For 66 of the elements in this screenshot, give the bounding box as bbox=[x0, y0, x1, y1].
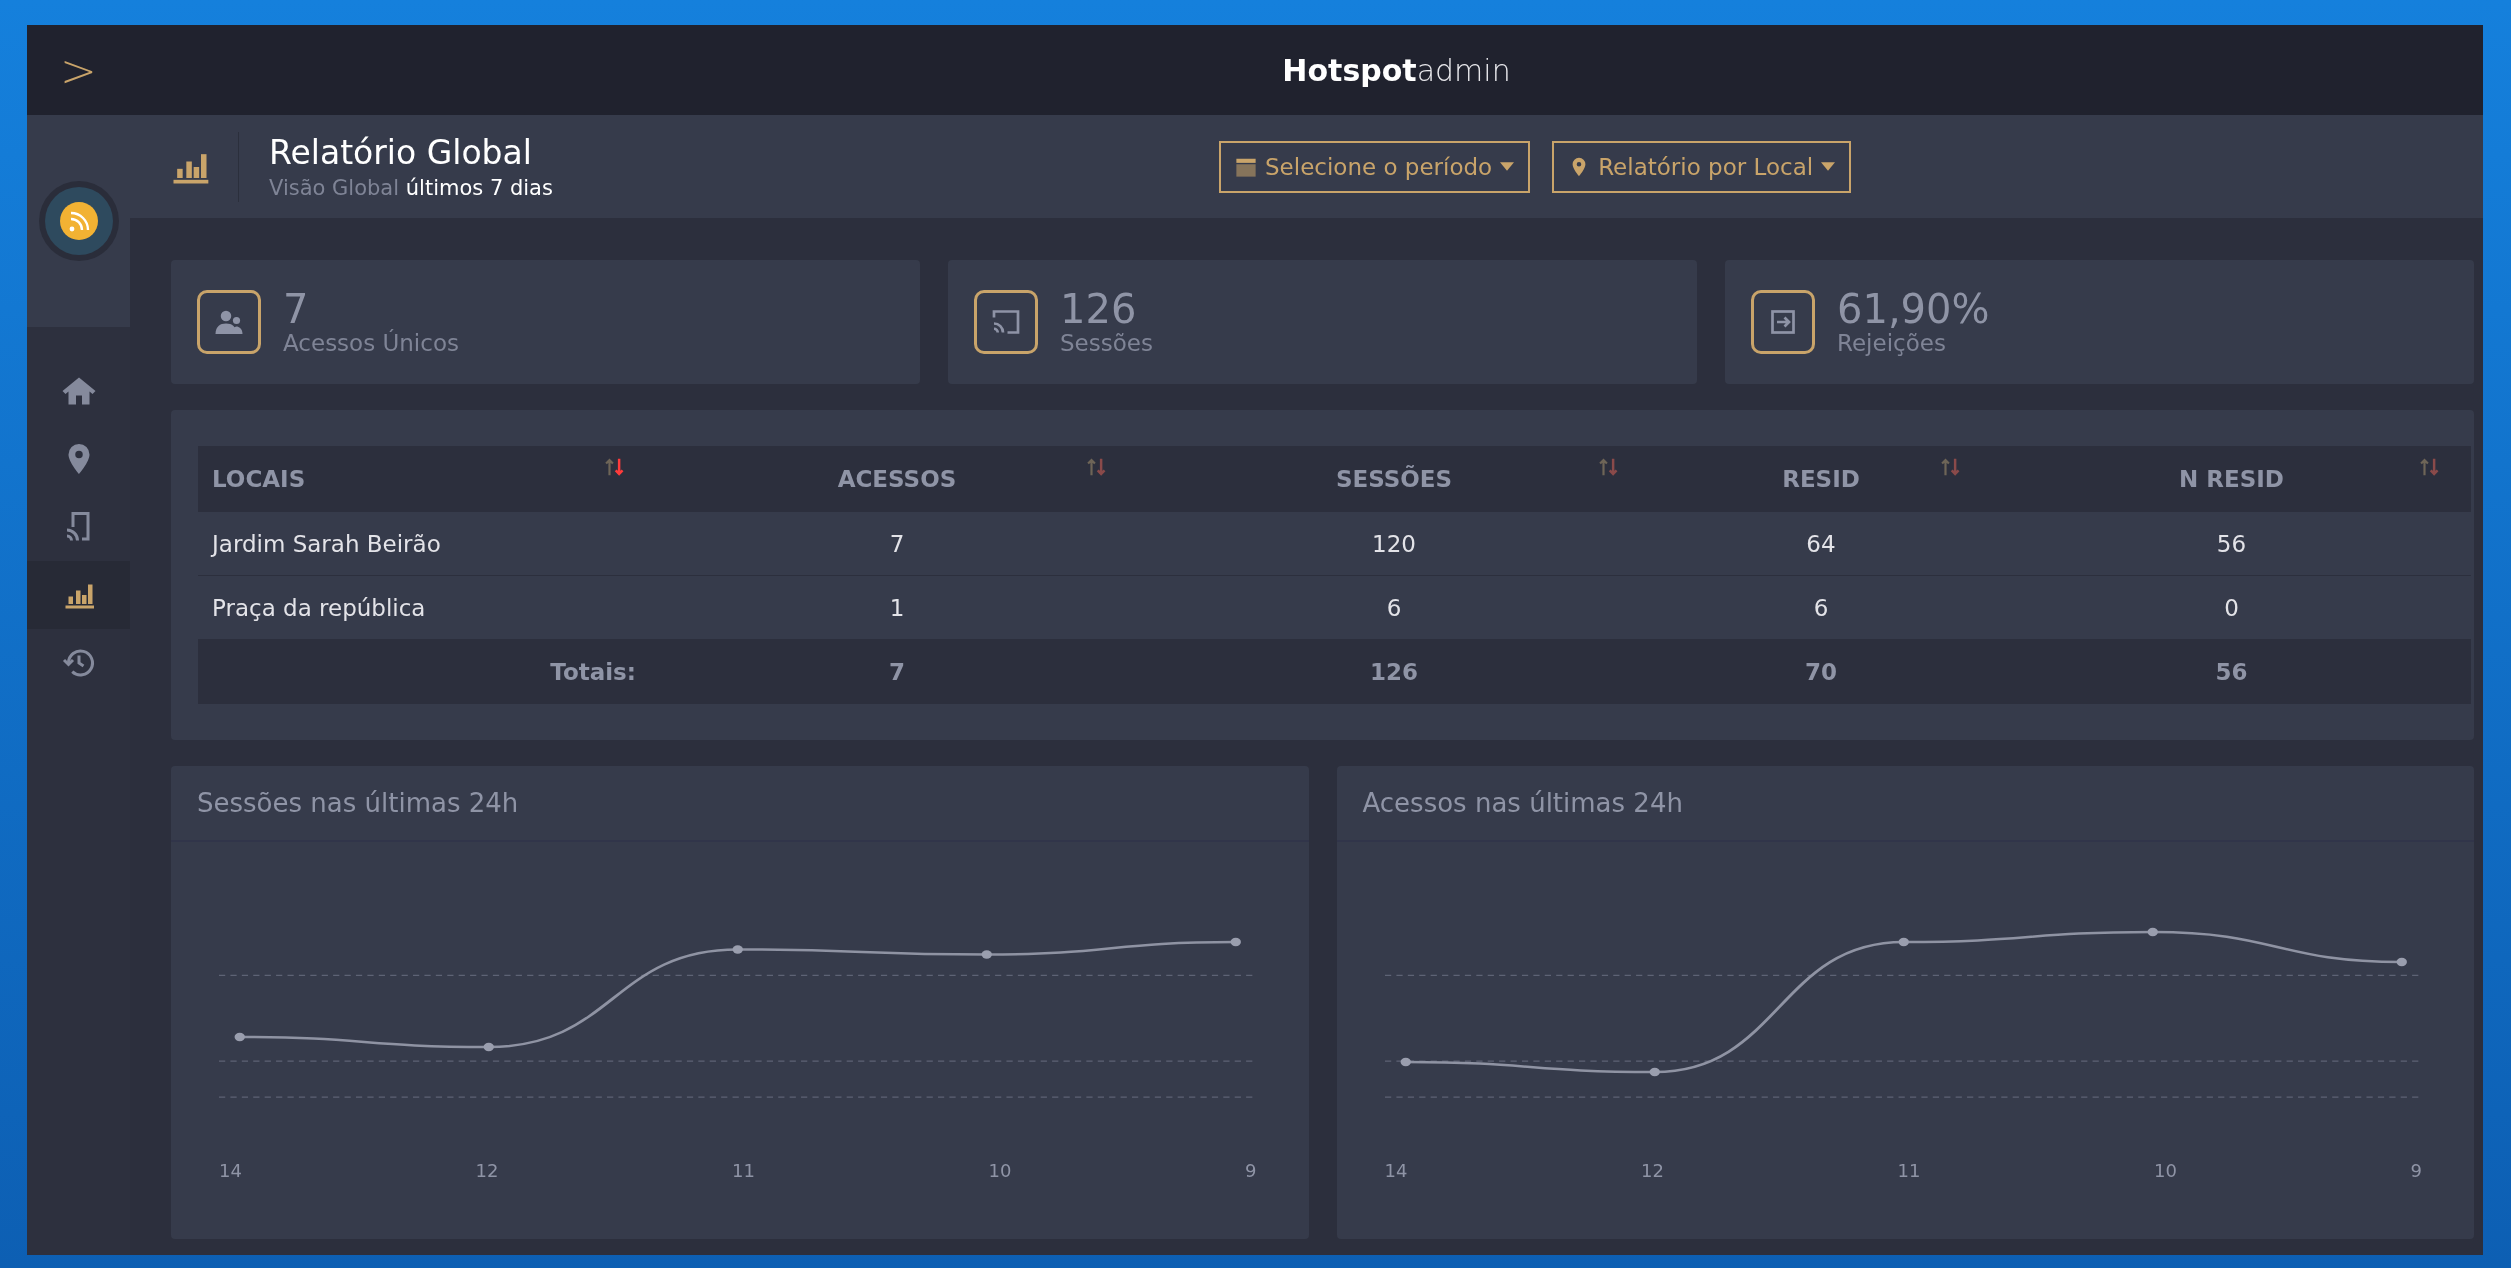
chart-title: Acessos nas últimas 24h bbox=[1336, 766, 2474, 842]
table-cell: 120 bbox=[1138, 512, 1650, 576]
axis-label: 9 bbox=[2410, 1160, 2422, 1181]
column-header: SESSÕES bbox=[1335, 466, 1453, 492]
table-cell: Jardim Sarah Beirão bbox=[198, 512, 656, 576]
stat-label: Sessões bbox=[1060, 330, 1153, 356]
sort-icon[interactable] bbox=[604, 456, 626, 478]
sort-icon[interactable] bbox=[1598, 456, 1620, 478]
axis-label: 14 bbox=[1384, 1160, 1408, 1181]
sort-icon[interactable] bbox=[1086, 456, 1108, 478]
filter-dropdown[interactable]: Relatório por Local bbox=[1552, 140, 1852, 193]
data-point bbox=[234, 1032, 245, 1042]
stat-label: Rejeições bbox=[1837, 330, 1947, 356]
stat-value: 7 bbox=[283, 288, 310, 330]
axis-label: 10 bbox=[988, 1160, 1012, 1181]
table-cell: 6 bbox=[1138, 575, 1650, 640]
data-point bbox=[2147, 927, 2158, 937]
data-point bbox=[483, 1042, 494, 1052]
column-header: RESID bbox=[1782, 466, 1860, 492]
axis-label: 10 bbox=[2154, 1160, 2177, 1181]
data-point bbox=[732, 945, 743, 954]
total-cell: 70 bbox=[1650, 639, 1992, 704]
totals-label: Totais: bbox=[198, 639, 656, 704]
column-header: N RESID bbox=[2179, 466, 2284, 492]
axis-label: 12 bbox=[1641, 1160, 1664, 1181]
total-cell: 126 bbox=[1138, 639, 1650, 704]
stat-value: 61,90% bbox=[1837, 288, 1990, 330]
column-header: ACESSOS bbox=[837, 466, 957, 492]
total-cell: 7 bbox=[656, 639, 1138, 704]
filter-dropdown[interactable]: Selecione o período bbox=[1219, 140, 1531, 193]
app-logo: Hotspotadmin bbox=[1282, 52, 1511, 88]
table-cell: 7 bbox=[656, 512, 1138, 576]
stat-label: Acessos Únicos bbox=[283, 330, 459, 356]
stat-value: 126 bbox=[1060, 288, 1138, 330]
period-label: últimos 7 dias bbox=[405, 176, 553, 200]
axis-label: 14 bbox=[219, 1160, 242, 1181]
column-header: LOCAIS bbox=[212, 466, 306, 492]
table-cell: 64 bbox=[1650, 512, 1992, 576]
table-cell: 6 bbox=[1650, 575, 1992, 640]
caret-icon bbox=[1500, 162, 1515, 171]
data-point bbox=[1649, 1067, 1660, 1077]
page-title: Relatório Global bbox=[269, 133, 533, 172]
data-point bbox=[1400, 1057, 1411, 1067]
axis-label: 9 bbox=[1245, 1160, 1257, 1181]
chart-title: Sessões nas últimas 24h bbox=[171, 766, 1309, 842]
page-subtitle: Visão Global bbox=[269, 176, 400, 200]
data-point bbox=[2396, 957, 2407, 967]
axis-label: 12 bbox=[475, 1160, 499, 1181]
table-cell: 1 bbox=[656, 575, 1138, 640]
expand-button[interactable]: > bbox=[27, 25, 130, 115]
table-cell: Praça da república bbox=[198, 575, 656, 640]
users-icon bbox=[197, 290, 261, 354]
axis-label: 11 bbox=[1897, 1160, 1921, 1181]
nav-item[interactable] bbox=[27, 561, 130, 629]
table-cell: 0 bbox=[1992, 575, 2471, 640]
axis-label: 11 bbox=[732, 1160, 755, 1181]
sort-icon[interactable] bbox=[2419, 456, 2441, 478]
data-point bbox=[981, 950, 992, 959]
table-cell: 56 bbox=[1992, 512, 2471, 576]
exit-icon bbox=[1751, 290, 1815, 354]
data-point bbox=[1230, 937, 1241, 947]
total-cell: 56 bbox=[1992, 639, 2471, 704]
caret-icon bbox=[1821, 162, 1836, 171]
cast-icon bbox=[974, 290, 1038, 354]
sort-icon[interactable] bbox=[1940, 456, 1962, 478]
data-point bbox=[1898, 937, 1909, 947]
